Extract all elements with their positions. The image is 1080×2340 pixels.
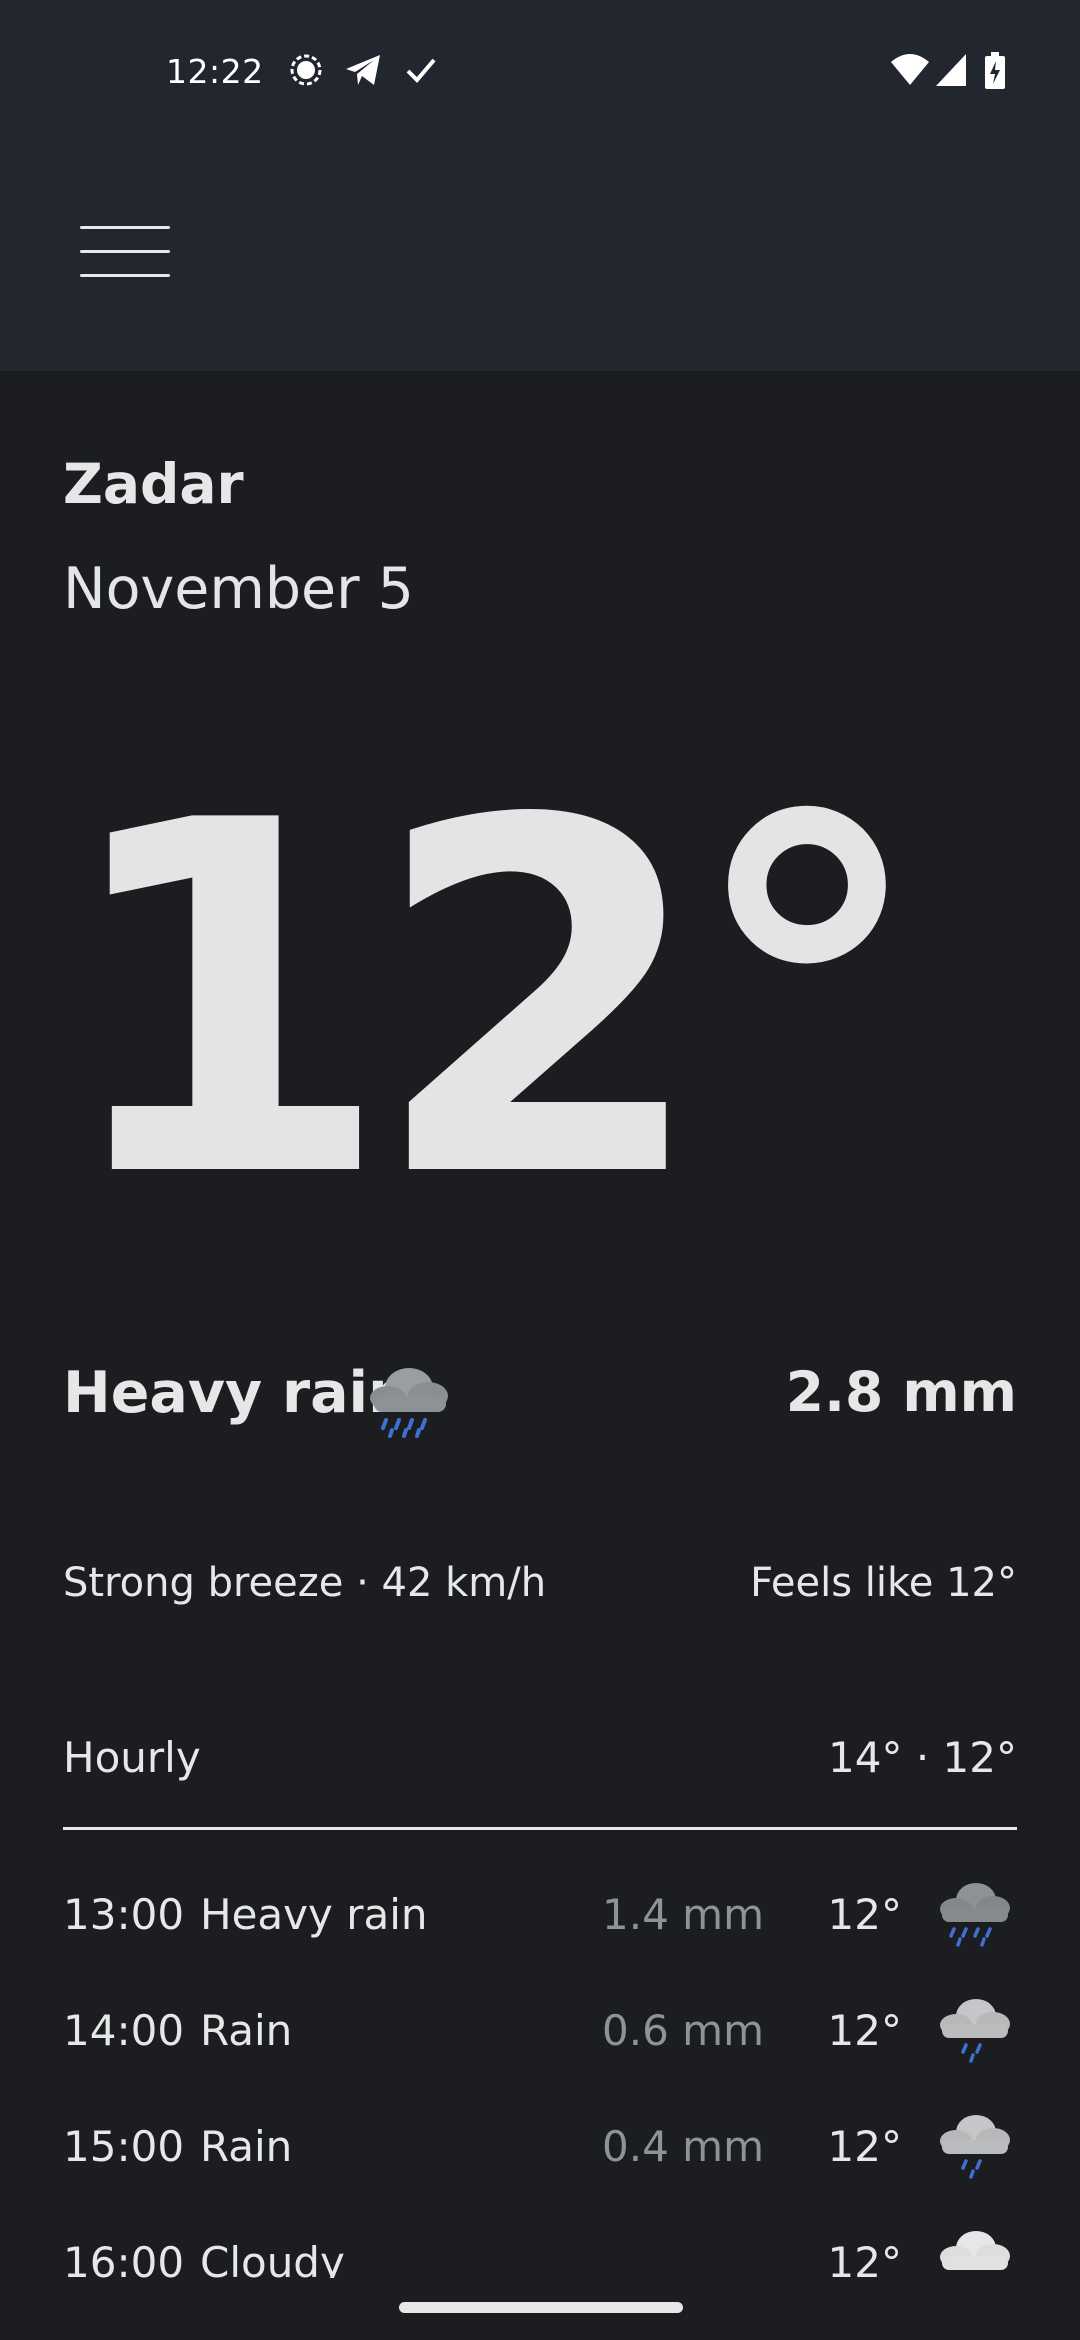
hourly-temp-range: 14° · 12° — [828, 1733, 1017, 1782]
hourly-time: 16:00 — [63, 2238, 185, 2278]
hourly-desc: Rain — [200, 2122, 293, 2171]
hourly-temp: 12° — [827, 2122, 902, 2171]
hourly-desc: Rain — [200, 2006, 293, 2055]
hourly-temp: 12° — [827, 1890, 902, 1939]
wifi-icon — [890, 52, 930, 92]
hourly-time: 14:00 — [63, 2006, 185, 2055]
battery-charging-icon — [984, 52, 1006, 94]
feels-like: Feels like 12° — [750, 1560, 1017, 1606]
top-app-bar: 12:22 — [0, 0, 1080, 371]
hourly-row: 14:00 Rain 0.6 mm 12° — [0, 1974, 1080, 2090]
hourly-divider — [63, 1827, 1017, 1830]
hourly-temp: 12° — [827, 2006, 902, 2055]
cell-signal-icon — [934, 52, 968, 92]
status-bar: 12:22 — [0, 40, 1080, 104]
current-condition: Heavy rain — [63, 1360, 409, 1426]
rain-icon — [936, 1992, 1014, 2068]
signal-messenger-icon — [288, 52, 324, 92]
telegram-icon — [344, 52, 382, 92]
hourly-temp: 12° — [827, 2238, 902, 2278]
heavy-rain-icon — [936, 1876, 1014, 1952]
cloudy-icon — [936, 2224, 1014, 2278]
current-temperature: 12° — [55, 720, 928, 1284]
hourly-desc: Heavy rain — [200, 1890, 428, 1939]
hourly-precip: 0.6 mm — [602, 2006, 764, 2055]
hourly-list[interactable]: 13:00 Heavy rain 1.4 mm 12° 14:00 Rain 0… — [0, 1858, 1080, 2278]
check-icon — [404, 52, 438, 92]
hourly-precip: 0.4 mm — [602, 2122, 764, 2171]
status-time: 12:22 — [166, 52, 264, 91]
forecast-date: November 5 — [63, 556, 414, 622]
hamburger-menu-icon[interactable] — [80, 222, 172, 282]
hourly-row: 16:00 Cloudy 12° — [0, 2206, 1080, 2278]
hourly-section-title: Hourly — [63, 1733, 201, 1782]
hourly-time: 15:00 — [63, 2122, 185, 2171]
hourly-desc: Cloudy — [200, 2238, 345, 2278]
hourly-row: 15:00 Rain 0.4 mm 12° — [0, 2090, 1080, 2206]
hourly-row: 13:00 Heavy rain 1.4 mm 12° — [0, 1858, 1080, 1974]
hourly-time: 13:00 — [63, 1890, 185, 1939]
city-name: Zadar — [63, 452, 244, 516]
rain-icon — [936, 2108, 1014, 2184]
hourly-precip: 1.4 mm — [602, 1890, 764, 1939]
wind-info: Strong breeze · 42 km/h — [63, 1560, 547, 1606]
current-precipitation: 2.8 mm — [785, 1360, 1017, 1424]
heavy-rain-cloud-icon — [364, 1360, 454, 1444]
home-indicator[interactable] — [399, 2302, 683, 2313]
